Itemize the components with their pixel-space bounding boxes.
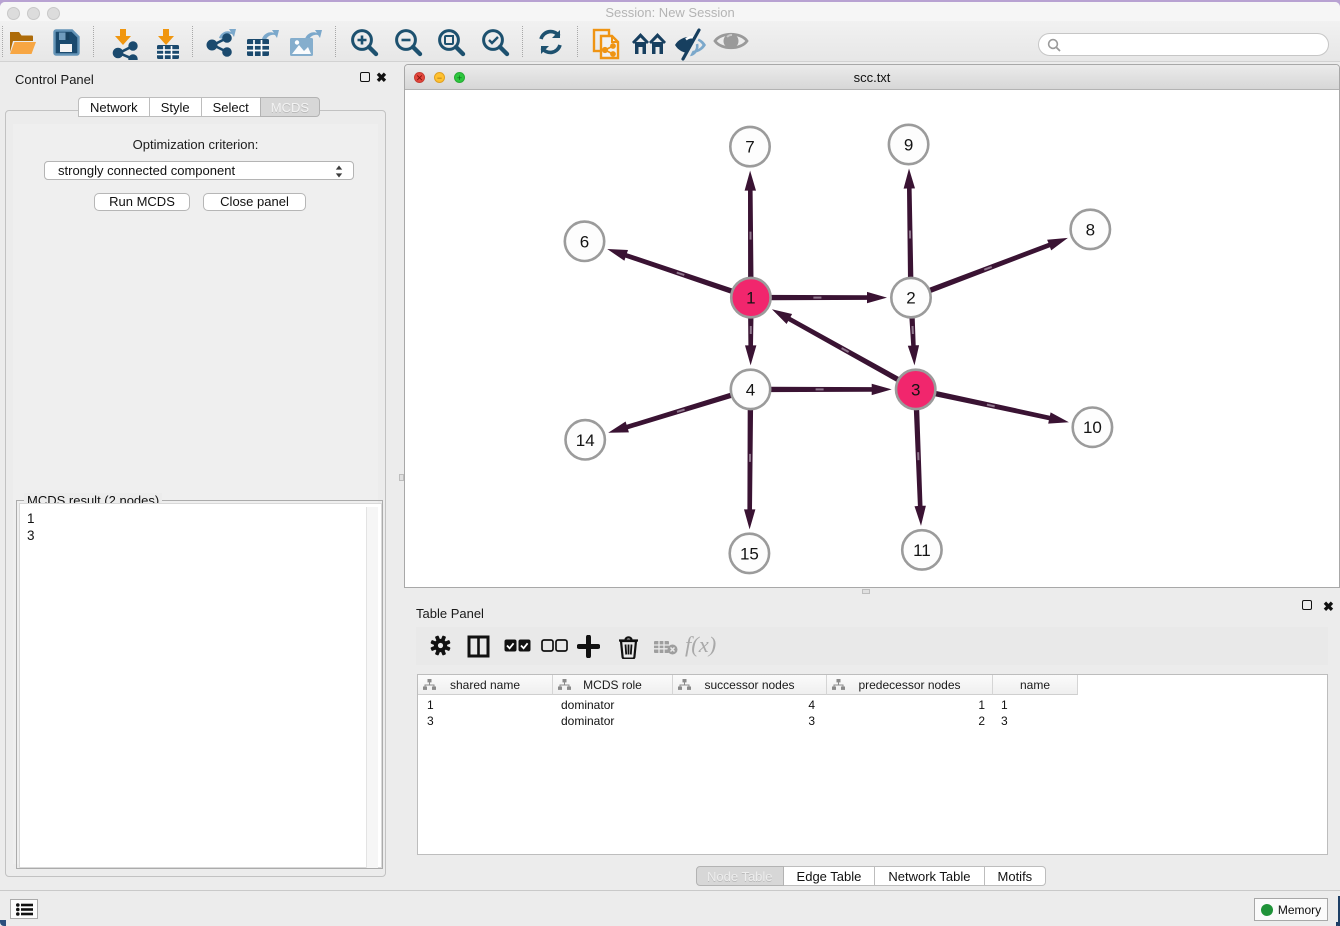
svg-text:1: 1 bbox=[746, 289, 755, 308]
svg-text:2: 2 bbox=[906, 289, 915, 308]
svg-text:7: 7 bbox=[745, 138, 754, 157]
svg-text:6: 6 bbox=[580, 232, 589, 251]
svg-text:10: 10 bbox=[1083, 418, 1102, 437]
svg-text:4: 4 bbox=[746, 380, 755, 399]
svg-text:15: 15 bbox=[740, 544, 759, 563]
svg-text:14: 14 bbox=[576, 431, 595, 450]
svg-text:3: 3 bbox=[911, 380, 920, 399]
svg-text:8: 8 bbox=[1086, 220, 1095, 239]
svg-text:11: 11 bbox=[913, 541, 931, 560]
svg-text:9: 9 bbox=[904, 136, 913, 155]
